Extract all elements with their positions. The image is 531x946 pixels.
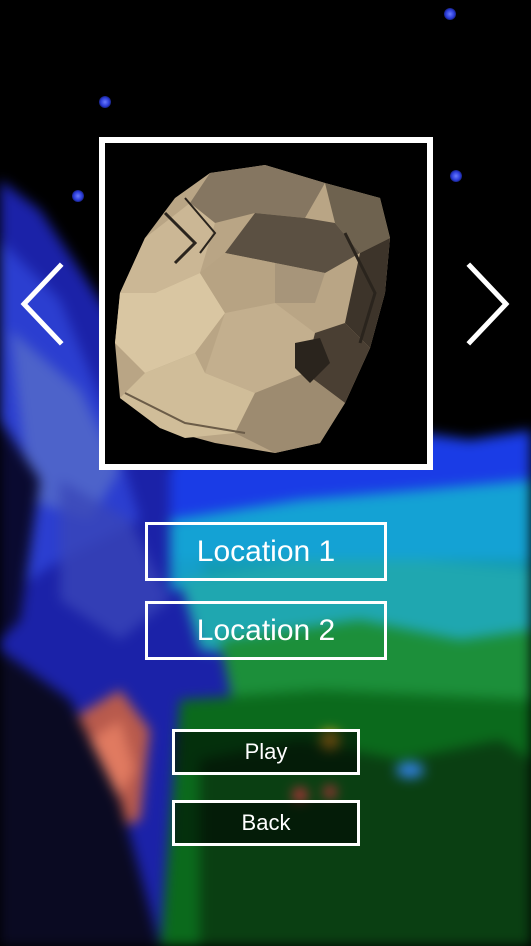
star-decoration <box>444 8 456 20</box>
star-decoration <box>450 170 462 182</box>
play-button[interactable]: Play <box>172 729 360 775</box>
chevron-left-icon <box>20 262 64 346</box>
star-decoration <box>99 96 111 108</box>
location-1-button[interactable]: Location 1 <box>145 522 387 581</box>
next-location-button[interactable] <box>466 262 514 346</box>
play-label: Play <box>244 739 288 764</box>
previous-location-button[interactable] <box>16 262 64 346</box>
location-1-label: Location 1 <box>196 534 336 568</box>
location-2-button[interactable]: Location 2 <box>145 601 387 660</box>
game-menu-screen: Location 1 Location 2 Play Back <box>0 0 531 946</box>
back-label: Back <box>241 810 291 835</box>
location-2-label: Location 2 <box>196 613 336 647</box>
chevron-right-icon <box>466 262 510 346</box>
back-button[interactable]: Back <box>172 800 360 846</box>
rock-preview-image <box>105 143 427 464</box>
star-decoration <box>72 190 84 202</box>
location-preview-frame <box>99 137 433 470</box>
